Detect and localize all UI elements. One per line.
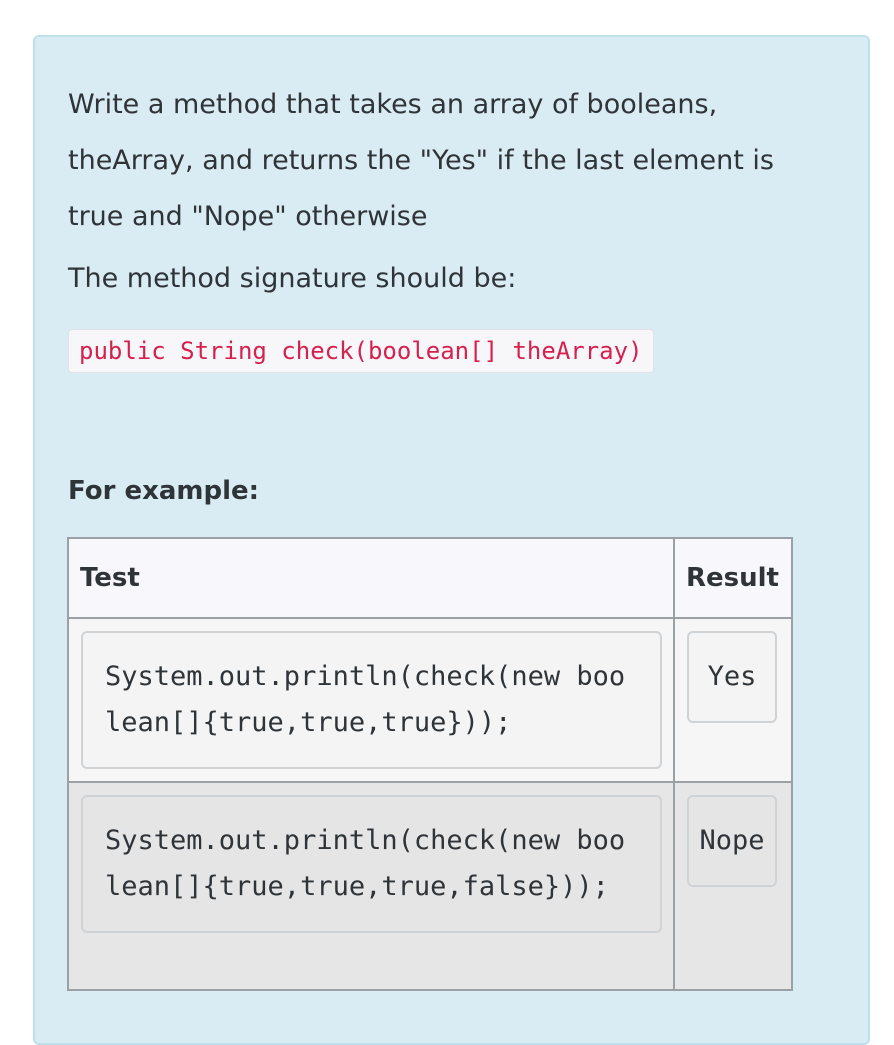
test-code: System.out.println(check(new boolean[]{t… [81, 795, 662, 933]
test-cell: System.out.println(check(new boolean[]{t… [67, 617, 675, 783]
signature-intro: The method signature should be: [68, 263, 517, 294]
test-column-header: Test [67, 537, 675, 619]
result-column-header: Result [673, 537, 793, 619]
table-row: System.out.println(check(new boolean[]{t… [67, 781, 793, 991]
examples-table: Test Result System.out.println(check(new… [67, 537, 793, 991]
test-code: System.out.println(check(new boolean[]{t… [81, 631, 662, 769]
method-signature-code: public String check(boolean[] theArray) [68, 329, 654, 373]
examples-heading: For example: [68, 476, 260, 506]
test-cell: System.out.println(check(new boolean[]{t… [67, 781, 675, 991]
result-cell: Nope [673, 781, 793, 991]
table-row: System.out.println(check(new boolean[]{t… [67, 617, 793, 783]
result-output: Yes [687, 631, 777, 723]
examples-header-row: Test Result [67, 537, 793, 619]
question-description: Write a method that takes an array of bo… [68, 89, 774, 232]
result-output: Nope [687, 795, 777, 887]
result-cell: Yes [673, 617, 793, 783]
question-card: Write a method that takes an array of bo… [33, 35, 870, 1045]
